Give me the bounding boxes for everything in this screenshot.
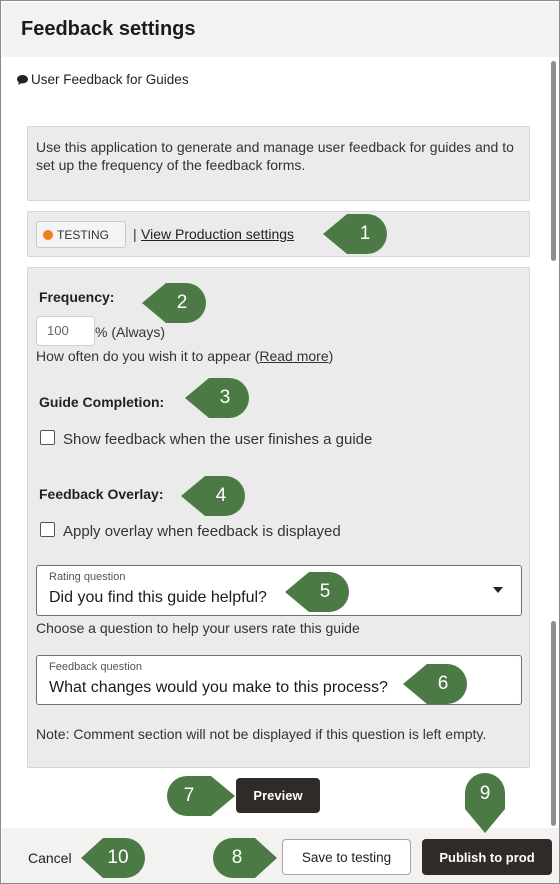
guide-completion-label: Guide Completion: [39, 394, 165, 410]
environment-bar: TESTING | View Production settings [27, 211, 530, 257]
view-production-settings-link[interactable]: View Production settings [141, 226, 294, 242]
callout-number: 10 [107, 847, 129, 868]
frequency-help-text: How often do you wish it to appear ( [36, 348, 260, 364]
feedback-question-value: What changes would you make to this proc… [49, 679, 388, 696]
callout-number: 5 [319, 581, 331, 602]
frequency-label: Frequency: [39, 289, 115, 305]
rating-question-select[interactable]: Rating question Did you find this guide … [36, 565, 522, 616]
app-title-text: User Feedback for Guides [31, 72, 189, 87]
callout-marker: 1 [323, 213, 389, 255]
rating-question-value: Did you find this guide helpful? [49, 589, 267, 606]
panel-header: Feedback settings [2, 2, 559, 57]
rating-question-help: Choose a question to help your users rat… [36, 620, 360, 636]
callout-number: 9 [479, 783, 491, 804]
feedback-overlay-checkbox[interactable] [40, 522, 55, 537]
description-text: Use this application to generate and man… [36, 139, 514, 173]
callout-number: 4 [215, 485, 227, 506]
scrollbar-thumb-lower[interactable] [551, 621, 556, 826]
callout-marker: 7 [165, 775, 235, 817]
status-dot-icon [43, 229, 53, 240]
feedback-settings-panel: Feedback settings User Feedback for Guid… [0, 0, 560, 884]
callout-marker: 6 [403, 663, 469, 705]
frequency-help-suffix: ) [328, 348, 334, 364]
callout-number: 6 [437, 673, 449, 694]
feedback-overlay-checkbox-label: Apply overlay when feedback is displayed [63, 523, 341, 540]
chevron-down-icon[interactable] [493, 587, 503, 593]
callout-marker: 3 [185, 377, 251, 419]
cancel-button[interactable]: Cancel [28, 850, 72, 866]
callout-marker: 5 [285, 571, 351, 613]
description-box: Use this application to generate and man… [27, 126, 530, 201]
guide-completion-checkbox-label: Show feedback when the user finishes a g… [63, 431, 373, 448]
feedback-question-note: Note: Comment section will not be displa… [36, 726, 487, 742]
feedback-question-label: Feedback question [49, 661, 142, 673]
read-more-link[interactable]: Read more [259, 348, 328, 364]
status-badge-label: TESTING [57, 227, 110, 242]
preview-button[interactable]: Preview [236, 778, 320, 813]
rating-question-label: Rating question [49, 571, 126, 583]
callout-marker: 8 [213, 837, 277, 879]
callout-number: 2 [176, 292, 188, 313]
chat-icon [17, 74, 28, 85]
guide-completion-checkbox[interactable] [40, 430, 55, 445]
callout-number: 3 [219, 387, 231, 408]
callout-number: 7 [183, 785, 195, 806]
scrollbar-thumb[interactable] [551, 61, 556, 261]
frequency-input[interactable]: 100 [36, 316, 95, 346]
callout-marker: 9 [463, 771, 507, 833]
frequency-unit: % (Always) [95, 324, 166, 340]
page-title: Feedback settings [21, 18, 196, 40]
frequency-help: How often do you wish it to appear (Read… [36, 348, 333, 364]
separator: | [133, 226, 137, 242]
publish-to-prod-button[interactable]: Publish to prod [422, 839, 552, 875]
callout-marker: 10 [81, 837, 145, 879]
status-badge: TESTING [36, 221, 126, 248]
callout-marker: 4 [181, 475, 247, 517]
callout-number: 8 [231, 847, 243, 868]
save-to-testing-button[interactable]: Save to testing [282, 839, 411, 875]
app-title: User Feedback for Guides [16, 72, 189, 87]
feedback-overlay-label: Feedback Overlay: [39, 486, 164, 502]
callout-marker: 2 [142, 282, 208, 324]
callout-number: 1 [359, 223, 371, 244]
